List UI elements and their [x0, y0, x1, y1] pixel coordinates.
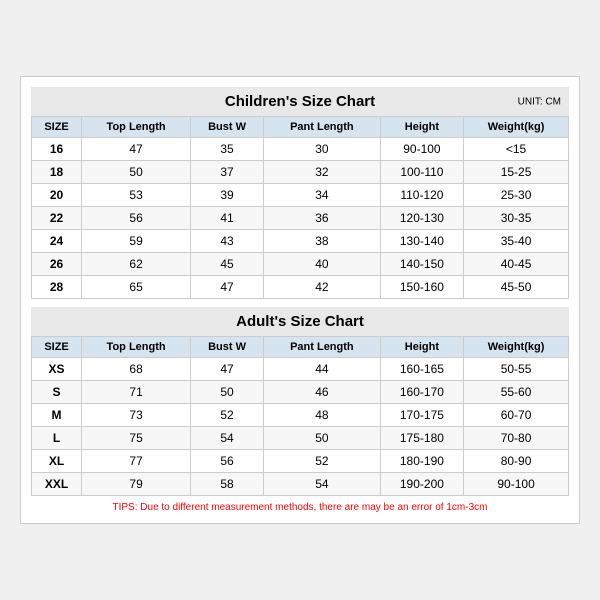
adults-header-row: SIZE Top Length Bust W Pant Length Heigh…	[32, 337, 569, 358]
table-row: 1647353090-100<15	[32, 138, 569, 161]
adult-col-weight-header: Weight(kg)	[464, 337, 569, 358]
adult-col-size-header: SIZE	[32, 337, 82, 358]
children-unit-label: UNIT: CM	[518, 96, 561, 107]
col-bust-w-header: Bust W	[191, 117, 264, 138]
adult-col-top-length-header: Top Length	[82, 337, 191, 358]
table-row: M735248170-17560-70	[32, 404, 569, 427]
table-row: XS684744160-16550-55	[32, 358, 569, 381]
col-weight-header: Weight(kg)	[464, 117, 569, 138]
col-height-header: Height	[380, 117, 463, 138]
col-top-length-header: Top Length	[82, 117, 191, 138]
children-title-text: Children's Size Chart	[225, 93, 375, 110]
adults-size-table: SIZE Top Length Bust W Pant Length Heigh…	[31, 336, 569, 496]
adults-section-title: Adult's Size Chart	[31, 307, 569, 336]
table-row: 22564136120-13030-35	[32, 207, 569, 230]
children-size-table: SIZE Top Length Bust W Pant Length Heigh…	[31, 116, 569, 299]
adults-title-text: Adult's Size Chart	[236, 313, 364, 330]
children-section-title: Children's Size Chart UNIT: CM	[31, 87, 569, 116]
adult-col-pant-length-header: Pant Length	[264, 337, 381, 358]
adult-col-height-header: Height	[380, 337, 463, 358]
table-row: XXL795854190-20090-100	[32, 473, 569, 496]
adult-col-bust-w-header: Bust W	[191, 337, 264, 358]
col-size-header: SIZE	[32, 117, 82, 138]
table-row: 20533934110-12025-30	[32, 184, 569, 207]
table-row: 26624540140-15040-45	[32, 253, 569, 276]
tips-text: TIPS: Due to different measurement metho…	[31, 502, 569, 513]
table-row: 28654742150-16045-50	[32, 276, 569, 299]
table-row: XL775652180-19080-90	[32, 450, 569, 473]
table-row: S715046160-17055-60	[32, 381, 569, 404]
table-row: L755450175-18070-80	[32, 427, 569, 450]
children-header-row: SIZE Top Length Bust W Pant Length Heigh…	[32, 117, 569, 138]
chart-container: Children's Size Chart UNIT: CM SIZE Top …	[20, 76, 580, 524]
table-row: 24594338130-14035-40	[32, 230, 569, 253]
col-pant-length-header: Pant Length	[264, 117, 381, 138]
table-row: 18503732100-11015-25	[32, 161, 569, 184]
